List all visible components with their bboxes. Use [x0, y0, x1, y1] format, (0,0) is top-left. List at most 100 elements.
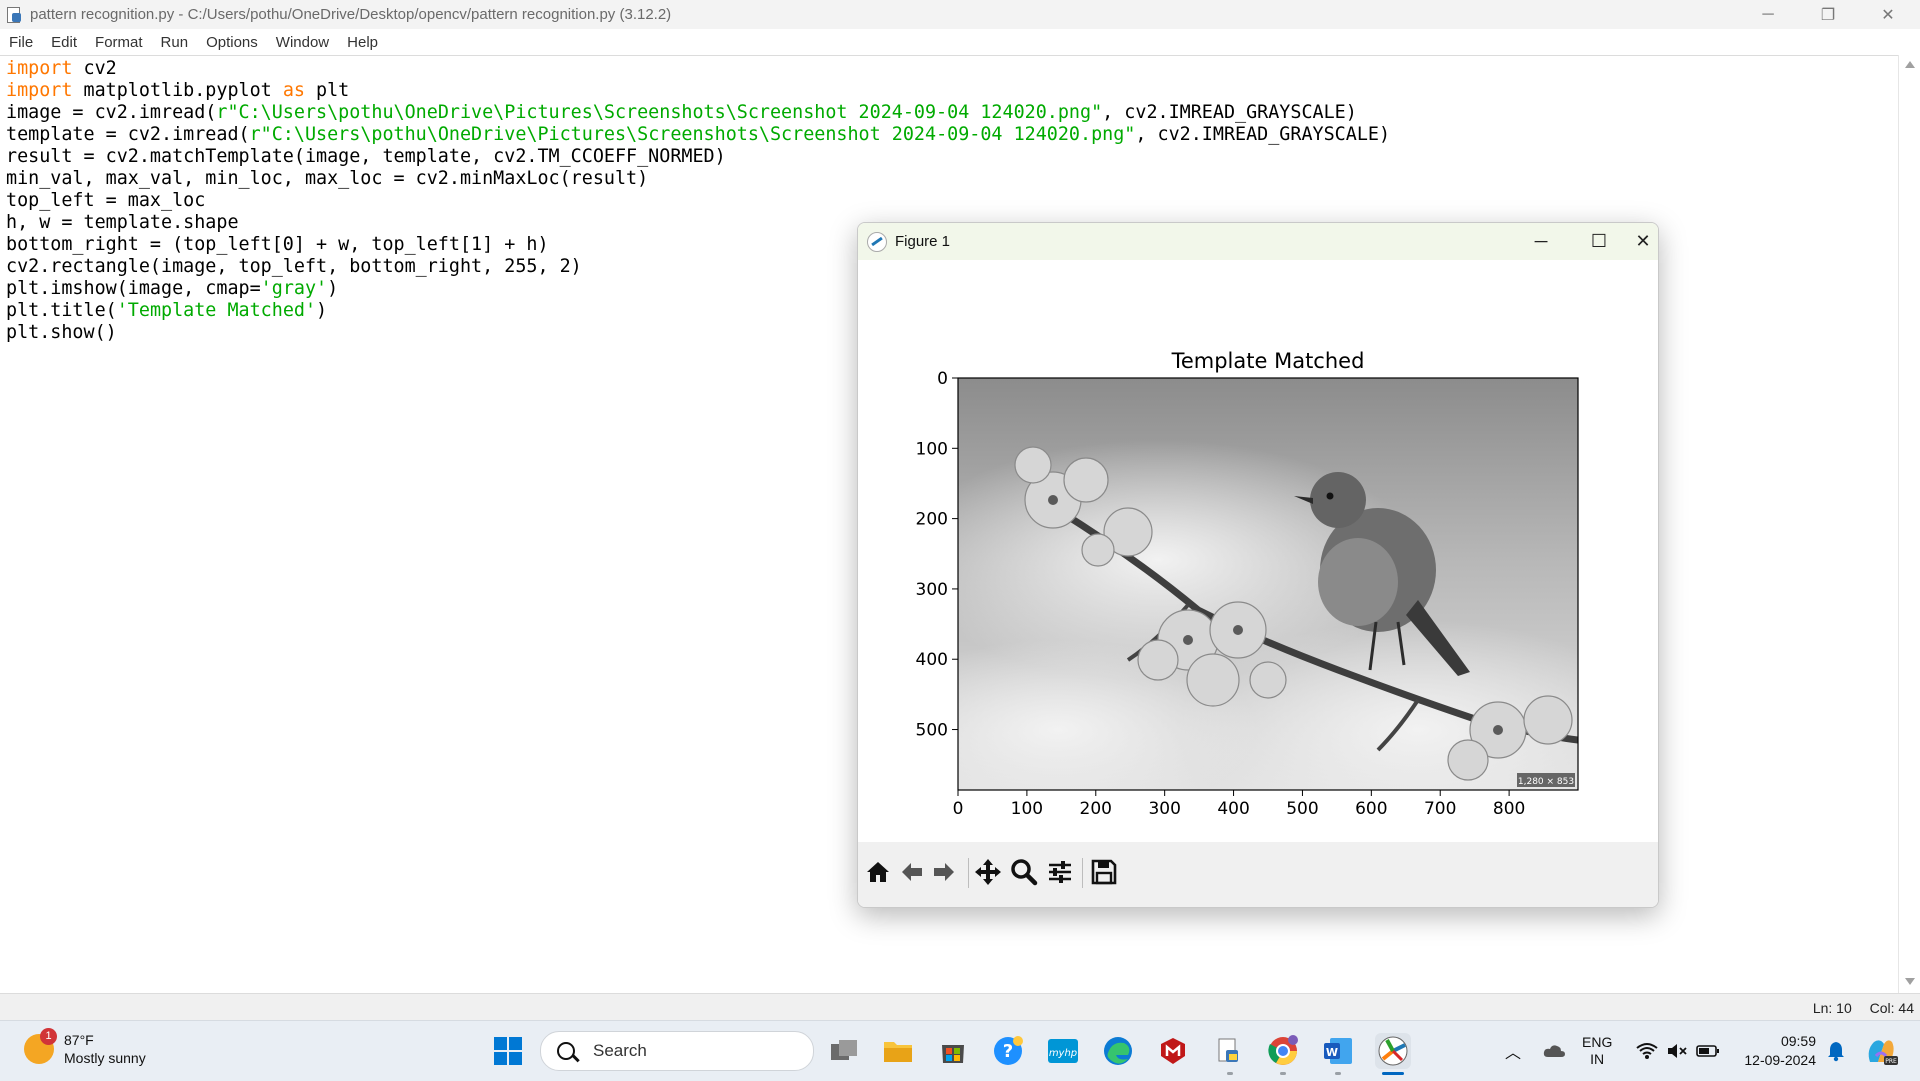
figure-close-button[interactable]: ✕ — [1628, 223, 1658, 260]
menu-help[interactable]: Help — [347, 34, 378, 51]
svg-text:PRE: PRE — [1885, 1058, 1897, 1065]
menu-format[interactable]: Format — [95, 34, 143, 51]
word-button[interactable]: W — [1320, 1033, 1356, 1069]
weather-widget[interactable]: 1 87°F Mostly sunny — [24, 1028, 146, 1067]
scroll-up-icon[interactable] — [1905, 61, 1915, 68]
language-indicator[interactable]: ENG IN — [1582, 1021, 1612, 1081]
configure-subplots-icon — [1049, 861, 1071, 883]
figure-maximize-button[interactable]: ☐ — [1570, 223, 1628, 260]
running-indicator — [1227, 1072, 1233, 1075]
task-view-icon — [831, 1040, 857, 1060]
code-line[interactable]: min_val, max_val, min_loc, max_loc = cv2… — [6, 168, 1390, 190]
onedrive-button[interactable] — [1542, 1021, 1566, 1081]
y-tick-label: 300 — [916, 580, 948, 600]
restore-icon: ❐ — [1820, 6, 1836, 24]
menu-edit[interactable]: Edit — [51, 34, 77, 51]
scroll-down-icon[interactable] — [1905, 978, 1915, 985]
x-tick-label: 100 — [1011, 799, 1043, 819]
help-icon: ? — [994, 1036, 1023, 1065]
idle-file-button[interactable] — [1210, 1033, 1246, 1069]
pan-button[interactable] — [972, 856, 1004, 888]
minimize-button[interactable]: ─ — [1740, 0, 1796, 29]
clock[interactable]: 09:59 12-09-2024 — [1736, 1021, 1816, 1081]
code-line[interactable]: result = cv2.matchTemplate(image, templa… — [6, 146, 1390, 168]
home-button[interactable] — [862, 856, 894, 888]
edge-icon — [1104, 1037, 1132, 1065]
region-code: IN — [1590, 1051, 1605, 1067]
menu-run[interactable]: Run — [161, 34, 189, 51]
notifications-button[interactable] — [1826, 1021, 1846, 1081]
zoom-button[interactable] — [1008, 856, 1040, 888]
toolbar-separator — [968, 858, 969, 888]
image-size-text: 1,280 × 853 — [1518, 777, 1574, 787]
taskbar-search[interactable]: Search — [540, 1031, 814, 1071]
code-line[interactable]: top_left = max_loc — [6, 190, 1390, 212]
save-icon — [1091, 859, 1117, 885]
matplotlib-figure-button[interactable] — [1375, 1033, 1411, 1069]
language-code: ENG — [1582, 1034, 1613, 1050]
line-indicator: Ln: 10 — [1812, 1000, 1852, 1016]
code-line[interactable]: import cv2 — [6, 58, 1390, 80]
battery-icon — [1696, 1045, 1719, 1057]
file-explorer-button[interactable] — [880, 1033, 916, 1069]
home-icon — [867, 862, 889, 882]
menu-file[interactable]: File — [9, 34, 33, 51]
back-button[interactable] — [896, 856, 928, 888]
plot-title: Template Matched — [1171, 349, 1365, 373]
help-app-button[interactable]: ? — [990, 1033, 1026, 1069]
svg-text:myhp: myhp — [1049, 1048, 1077, 1059]
myhp-button[interactable]: myhp — [1045, 1033, 1081, 1069]
copilot-button[interactable]: PRE — [1864, 1021, 1898, 1081]
start-button[interactable] — [490, 1033, 526, 1069]
save-button[interactable] — [1088, 856, 1120, 888]
close-icon: ✕ — [1881, 6, 1895, 24]
figure-title-bar: Figure 1 ─ ☐ ✕ — [858, 223, 1658, 260]
back-arrow-icon — [902, 863, 922, 881]
task-view-button[interactable] — [826, 1033, 862, 1069]
y-tick-label: 400 — [916, 650, 948, 670]
minimize-icon: ─ — [1762, 5, 1774, 23]
figure-window[interactable]: Figure 1 ─ ☐ ✕ Template Matched 1,280 × … — [857, 222, 1659, 908]
y-tick-label: 100 — [916, 439, 948, 459]
x-axis-ticks: 0 100 200 300 400 500 600 700 800 — [953, 790, 1525, 819]
maximize-icon: ☐ — [1590, 231, 1608, 251]
menu-window[interactable]: Window — [276, 34, 329, 51]
code-line[interactable]: import matplotlib.pyplot as plt — [6, 80, 1390, 102]
menu-bar: File Edit Format Run Options Window Help — [0, 29, 1920, 55]
weather-description: Mostly sunny — [64, 1050, 146, 1066]
forward-button[interactable] — [928, 856, 960, 888]
vertical-scrollbar[interactable] — [1898, 55, 1920, 993]
chevron-up-icon: ︿ — [1505, 1045, 1522, 1062]
search-icon — [557, 1042, 575, 1060]
x-tick-label: 500 — [1286, 799, 1318, 819]
bell-icon — [1828, 1042, 1844, 1062]
weather-sun-icon: 1 — [24, 1028, 57, 1064]
python-file-icon — [6, 6, 22, 23]
minimize-icon: ─ — [1534, 231, 1548, 251]
code-line[interactable]: image = cv2.imread(r"C:\Users\pothu\OneD… — [6, 102, 1390, 124]
svg-text:W: W — [1326, 1046, 1338, 1059]
restore-button[interactable]: ❐ — [1800, 0, 1856, 29]
running-indicator — [1280, 1072, 1286, 1075]
window-title-bar: pattern recognition.py - C:/Users/pothu/… — [0, 0, 1920, 29]
window-title: pattern recognition.py - C:/Users/pothu/… — [30, 6, 672, 23]
chrome-button[interactable] — [1265, 1033, 1301, 1069]
network-button[interactable] — [1636, 1021, 1658, 1081]
edge-browser-button[interactable] — [1100, 1033, 1136, 1069]
matplotlib-icon — [1378, 1036, 1408, 1066]
menu-options[interactable]: Options — [206, 34, 258, 51]
volume-button[interactable] — [1666, 1021, 1688, 1081]
microsoft-store-button[interactable] — [935, 1033, 971, 1069]
close-icon: ✕ — [1635, 231, 1651, 251]
battery-button[interactable] — [1696, 1021, 1720, 1081]
x-tick-label: 700 — [1424, 799, 1456, 819]
close-button[interactable]: ✕ — [1860, 0, 1916, 29]
show-hidden-icons-button[interactable]: ︿ — [1505, 1021, 1521, 1081]
plot-canvas[interactable]: Template Matched 1,280 × 853 0 100 200 3… — [858, 260, 1658, 842]
weather-temperature: 87°F — [64, 1032, 94, 1048]
figure-minimize-button[interactable]: ─ — [1512, 223, 1570, 260]
forward-arrow-icon — [934, 863, 954, 881]
mcafee-button[interactable] — [1155, 1033, 1191, 1069]
configure-subplots-button[interactable] — [1044, 856, 1076, 888]
code-line[interactable]: template = cv2.imread(r"C:\Users\pothu\O… — [6, 124, 1390, 146]
